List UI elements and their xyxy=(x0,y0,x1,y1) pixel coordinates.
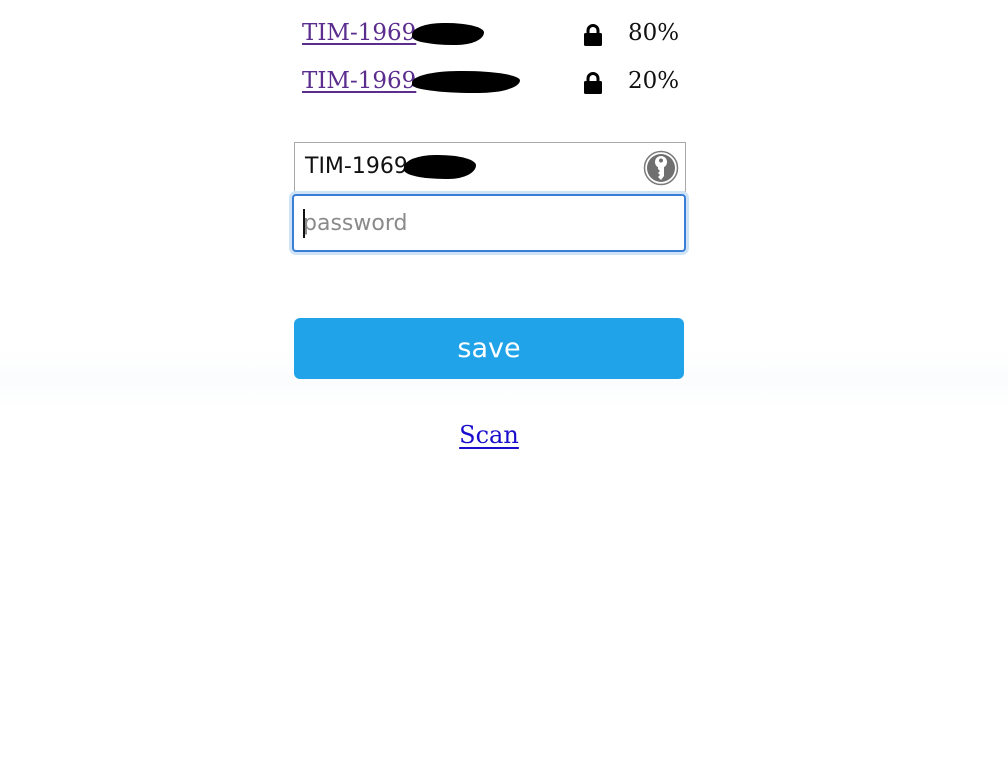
strength-value: 20% xyxy=(628,68,680,94)
redacted-text xyxy=(412,23,485,45)
redacted-text xyxy=(412,71,521,93)
username-text: TIM-1969 xyxy=(305,154,408,179)
entry-link[interactable]: TIM-1969 xyxy=(302,20,485,46)
keepass-key-icon[interactable] xyxy=(643,150,679,186)
lock-icon xyxy=(584,72,602,94)
entry-row: TIM-1969 20% xyxy=(302,62,682,110)
username-value: TIM-1969 xyxy=(305,154,476,179)
password-input[interactable] xyxy=(294,196,684,250)
entry-title: TIM-1969 xyxy=(302,68,417,94)
save-button[interactable]: save xyxy=(294,318,684,379)
login-form: TIM-1969 xyxy=(292,142,686,252)
entry-link[interactable]: TIM-1969 xyxy=(302,68,521,94)
scan-link-container: Scan xyxy=(0,421,978,449)
text-caret xyxy=(303,209,305,238)
redacted-text xyxy=(403,155,476,179)
entry-row: TIM-1969 80% xyxy=(302,14,682,62)
strength-value: 80% xyxy=(628,20,680,46)
scan-link[interactable]: Scan xyxy=(459,421,519,449)
lock-icon xyxy=(584,24,602,46)
password-field[interactable] xyxy=(292,194,686,252)
username-field[interactable]: TIM-1969 xyxy=(294,142,686,192)
entry-title: TIM-1969 xyxy=(302,20,417,46)
entry-list: TIM-1969 80% TIM-1969 20% xyxy=(302,14,682,110)
